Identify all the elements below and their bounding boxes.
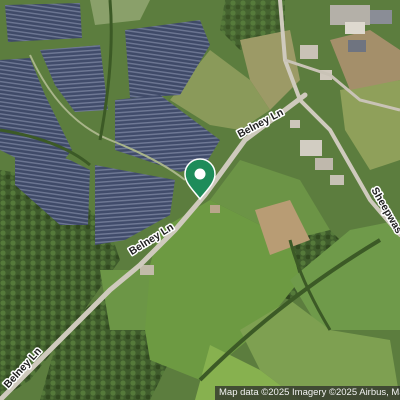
solar-array — [5, 3, 82, 42]
map-attribution: Map data ©2025 Imagery ©2025 Airbus, Max… — [215, 386, 400, 400]
satellite-imagery[interactable]: Belney Ln Belney Ln Belney Ln Sheepwas — [0, 0, 400, 400]
map-view[interactable]: Belney Ln Belney Ln Belney Ln Sheepwas M… — [0, 0, 400, 400]
